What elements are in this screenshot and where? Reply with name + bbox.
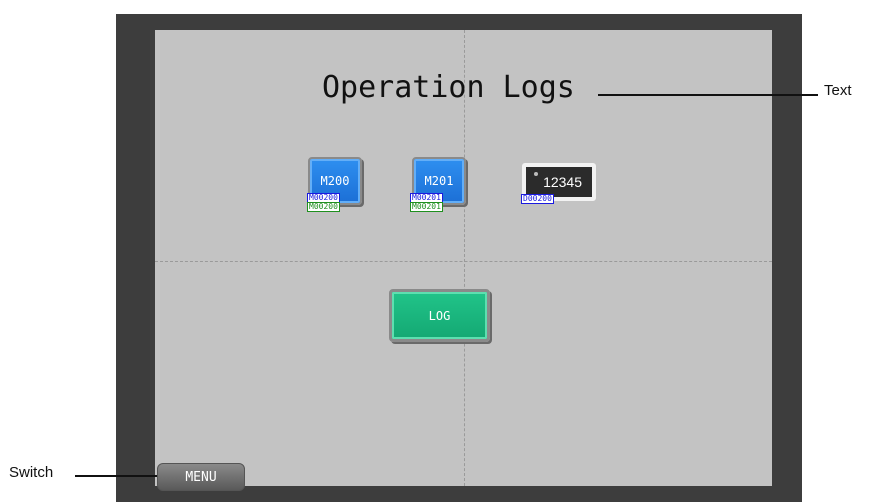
numeric-display-indicator [534, 172, 538, 176]
screen-title-text[interactable]: Operation Logs [322, 66, 575, 110]
log-button[interactable]: LOG [389, 289, 490, 342]
numeric-display-value: 12345 [543, 174, 582, 190]
switch-callout-label: Switch [9, 464, 54, 481]
m200-lamp-address-tag: M00200 [307, 202, 340, 212]
horizontal-center-guide [155, 261, 772, 262]
log-button-label: LOG [428, 308, 451, 323]
menu-button-label: MENU [185, 469, 217, 485]
m201-lamp-address-tag: M00201 [410, 202, 443, 212]
m201-button-label: M201 [424, 174, 454, 188]
m200-button-label: M200 [320, 174, 350, 188]
menu-switch-button[interactable]: MENU [157, 463, 245, 491]
numeric-address-tag: D00200 [521, 194, 554, 204]
text-callout-label: Text [824, 82, 852, 99]
text-callout-line [598, 94, 818, 96]
switch-callout-line [75, 475, 157, 477]
